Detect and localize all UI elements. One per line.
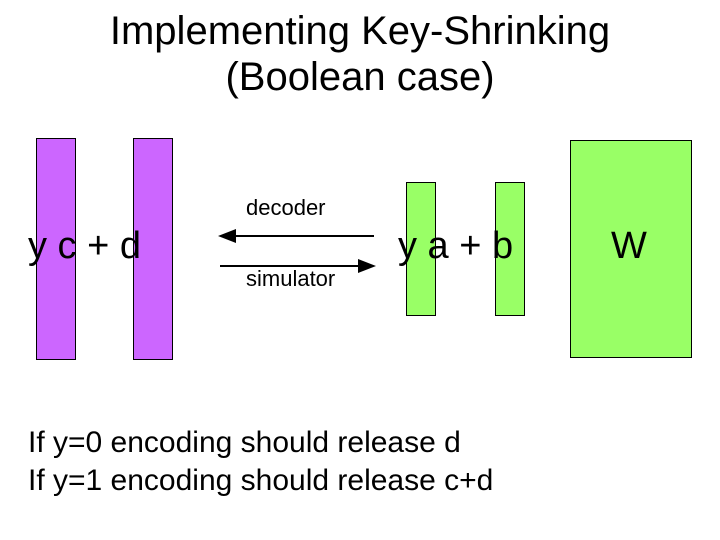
bottom-line-2: If y=1 encoding should release c+d [28, 462, 493, 500]
title-line-1: Implementing Key-Shrinking [0, 8, 720, 54]
bottom-line-1: If y=0 encoding should release d [28, 424, 493, 462]
decoder-label: decoder [246, 195, 326, 221]
right-expression: y a + b [398, 225, 513, 268]
slide-title: Implementing Key-Shrinking (Boolean case… [0, 8, 720, 100]
bottom-text: If y=0 encoding should release d If y=1 … [28, 424, 493, 499]
slide: Implementing Key-Shrinking (Boolean case… [0, 0, 720, 540]
w-label: W [611, 225, 647, 268]
title-line-2: (Boolean case) [0, 54, 720, 100]
left-expression: y c + d [28, 225, 141, 268]
simulator-label: simulator [246, 266, 335, 292]
